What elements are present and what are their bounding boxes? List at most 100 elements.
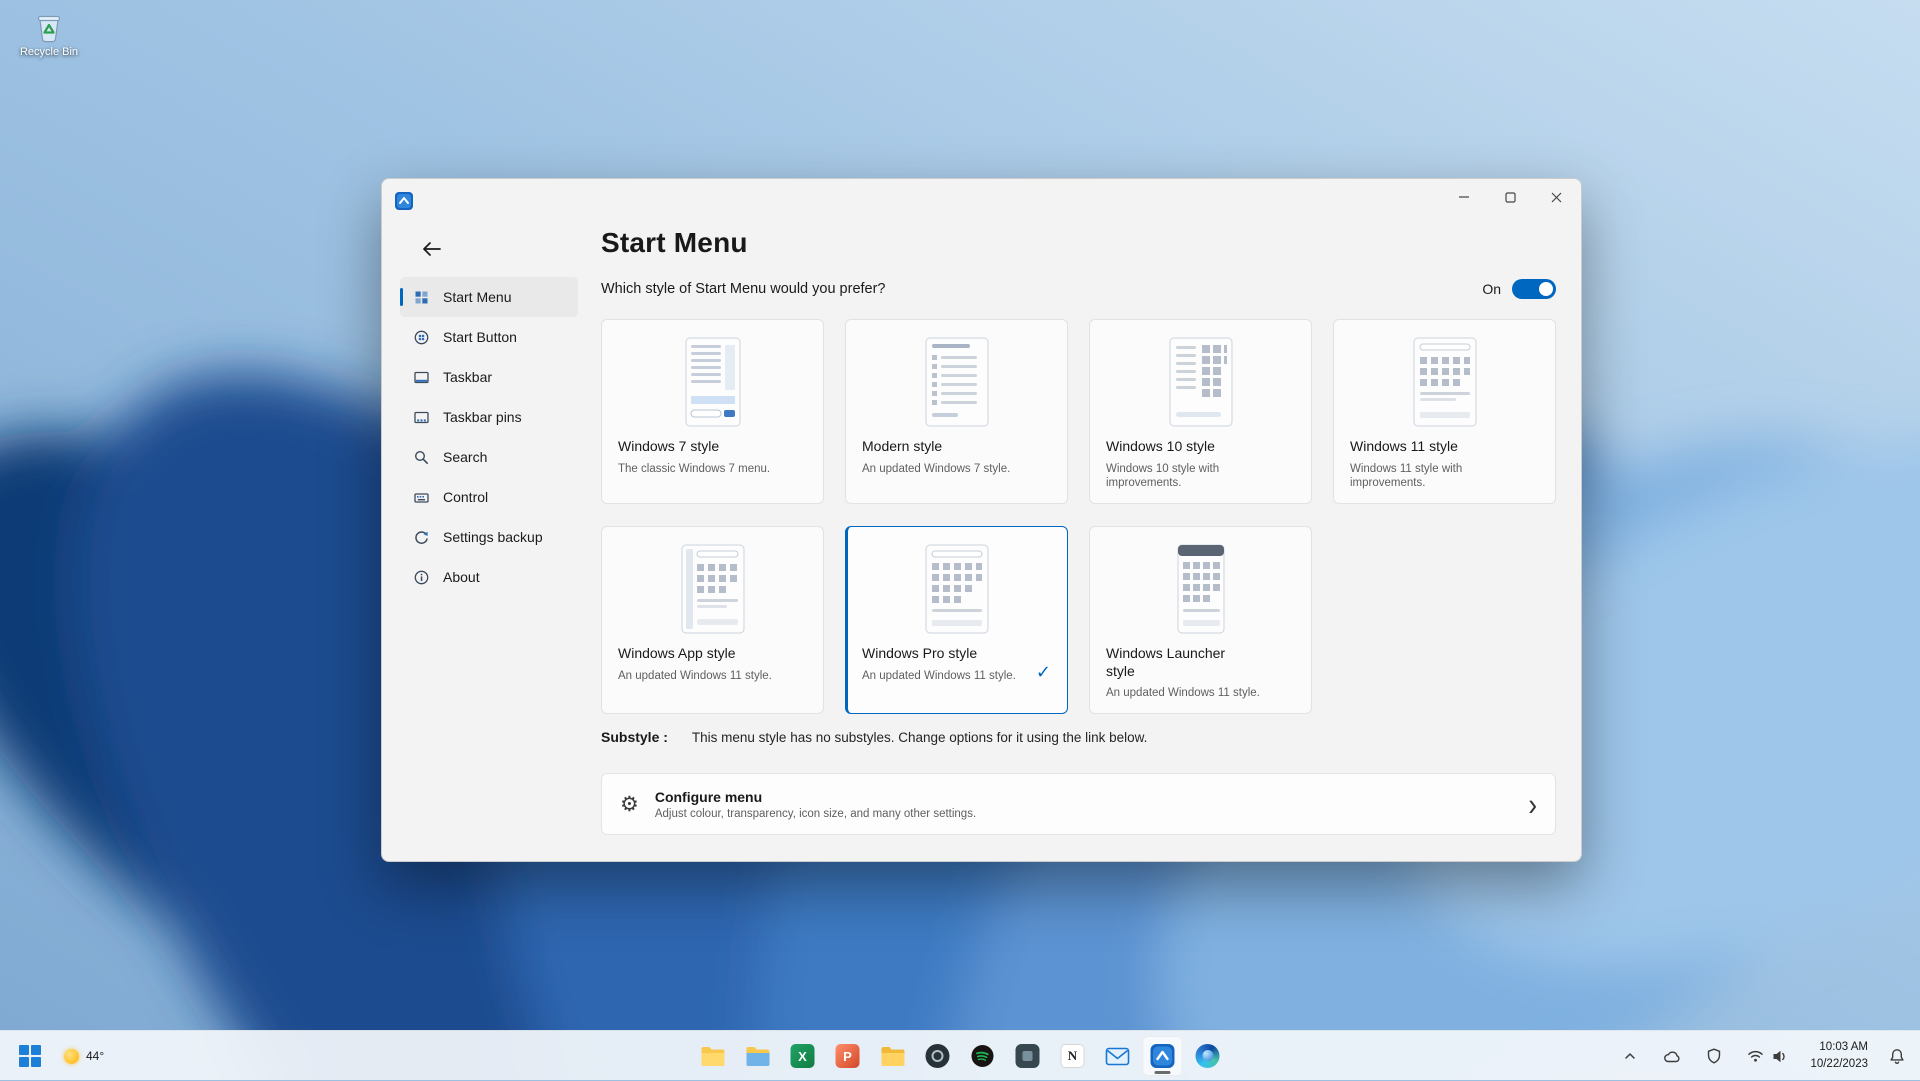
tray-date: 10/22/2023 (1810, 1056, 1868, 1073)
style-card-windows-10[interactable]: Windows 10 style Windows 10 style with i… (1089, 319, 1312, 504)
weather-temp: 44° (86, 1049, 104, 1063)
style-card-windows-launcher[interactable]: Windows Launcher style An updated Window… (1089, 526, 1312, 714)
sidebar-item-control[interactable]: Control (400, 477, 578, 517)
recycle-bin-shortcut[interactable]: Recycle Bin (10, 8, 88, 58)
tray-overflow-button[interactable] (1610, 1036, 1650, 1076)
start-menu-toggle[interactable]: On (1482, 279, 1556, 299)
configure-menu-title: Configure menu (655, 789, 976, 805)
dark-app-icon (1016, 1044, 1040, 1068)
selection-pill (400, 288, 403, 306)
style-card-modern[interactable]: Modern style An updated Windows 7 style. (845, 319, 1068, 504)
sidebar-item-taskbar-pins[interactable]: Taskbar pins (400, 397, 578, 437)
style-card-title: Windows 7 style (618, 438, 768, 456)
taskbar: 44° X P (0, 1030, 1920, 1080)
quick-settings-button[interactable] (1736, 1036, 1798, 1076)
selected-check-icon: ✓ (1036, 662, 1051, 683)
excel-icon: X (791, 1044, 815, 1068)
page-title: Start Menu (601, 227, 748, 259)
clock-button[interactable]: 10:03 AM 10/22/2023 (1800, 1036, 1878, 1076)
taskbar-app-excel[interactable]: X (783, 1036, 823, 1076)
style-card-title: Modern style (862, 438, 1012, 456)
volume-icon (1772, 1049, 1788, 1064)
sidebar-item-search[interactable]: Search (400, 437, 578, 477)
configure-menu-subtitle: Adjust colour, transparency, icon size, … (655, 808, 976, 820)
tray-security-button[interactable] (1694, 1036, 1734, 1076)
windows-logo-icon (19, 1045, 41, 1067)
sidebar-item-start-menu[interactable]: Start Menu (400, 277, 578, 317)
taskbar-app-start11[interactable] (1143, 1036, 1183, 1076)
toggle-knob (1539, 282, 1553, 296)
taskbar-app-media-player[interactable] (918, 1036, 958, 1076)
style-card-windows-11[interactable]: Windows 11 style Windows 11 style with i… (1333, 319, 1556, 504)
taskbar-app-spotify[interactable] (963, 1036, 1003, 1076)
style-card-desc: An updated Windows 11 style. (862, 669, 1032, 684)
taskbar-app-powerpoint[interactable]: P (828, 1036, 868, 1076)
media-player-icon (926, 1044, 950, 1068)
chevron-right-icon: › (1528, 788, 1537, 819)
folder-icon (880, 1046, 905, 1067)
weather-widget[interactable]: 44° (54, 1036, 114, 1076)
taskbar-icon (413, 369, 430, 386)
back-button[interactable] (416, 235, 448, 263)
style-card-title: Windows App style (618, 645, 768, 663)
blue-folder-icon (745, 1046, 770, 1067)
start11-window: Start Menu Start Button Taskbar (381, 178, 1582, 862)
sidebar-item-about[interactable]: About (400, 557, 578, 597)
taskbar-app-notion[interactable]: N (1053, 1036, 1093, 1076)
taskbar-app-folder[interactable] (873, 1036, 913, 1076)
style-card-desc: An updated Windows 7 style. (862, 462, 1032, 477)
taskbar-app-file-explorer[interactable] (693, 1036, 733, 1076)
style-card-title: Windows Launcher style (1106, 645, 1256, 680)
style-card-desc: Windows 11 style with improvements. (1350, 462, 1520, 492)
edge-icon (1196, 1044, 1220, 1068)
info-icon (413, 569, 430, 586)
recycle-bin-icon (31, 8, 67, 44)
style-card-desc: The classic Windows 7 menu. (618, 462, 788, 477)
taskbar-app-folder-library[interactable] (738, 1036, 778, 1076)
start-button[interactable] (10, 1036, 50, 1076)
gear-icon: ⚙ (620, 794, 639, 815)
style-card-windows-app[interactable]: Windows App style An updated Windows 11 … (601, 526, 824, 714)
taskbar-app-edge[interactable] (1188, 1036, 1228, 1076)
tray-time: 10:03 AM (1819, 1039, 1868, 1056)
recycle-bin-label: Recycle Bin (20, 46, 78, 58)
start-button-icon (413, 329, 430, 346)
style-preview (1350, 330, 1539, 434)
taskbar-app-mail[interactable] (1098, 1036, 1138, 1076)
toggle-state-label: On (1482, 281, 1501, 297)
toggle-switch[interactable] (1512, 279, 1556, 299)
sidebar-item-label: Settings backup (443, 529, 543, 545)
style-card-windows-pro[interactable]: Windows Pro style An updated Windows 11 … (845, 526, 1068, 714)
style-question-label: Which style of Start Menu would you pref… (601, 281, 886, 297)
style-card-windows-7[interactable]: Windows 7 style The classic Windows 7 me… (601, 319, 824, 504)
sidebar-item-label: Start Button (443, 329, 517, 345)
taskbar-pins-icon (413, 409, 430, 426)
sidebar-item-label: Search (443, 449, 487, 465)
start-menu-icon (413, 289, 430, 306)
sidebar-item-label: Taskbar (443, 369, 492, 385)
control-icon (413, 489, 430, 506)
taskbar-app-dark-app[interactable] (1008, 1036, 1048, 1076)
sidebar-item-start-button[interactable]: Start Button (400, 317, 578, 357)
notification-center-button[interactable] (1880, 1036, 1914, 1076)
style-preview (862, 330, 1051, 434)
mail-icon (1106, 1047, 1130, 1066)
style-preview (1106, 330, 1295, 434)
sidebar-item-label: Start Menu (443, 289, 511, 305)
sync-icon (413, 529, 430, 546)
shield-icon (1707, 1048, 1721, 1064)
sidebar-item-label: Control (443, 489, 488, 505)
style-card-title: Windows Pro style (862, 645, 1012, 663)
powerpoint-icon: P (836, 1044, 860, 1068)
sidebar-item-taskbar[interactable]: Taskbar (400, 357, 578, 397)
configure-menu-button[interactable]: ⚙ Configure menu Adjust colour, transpar… (601, 773, 1556, 835)
style-card-desc: An updated Windows 11 style. (1106, 686, 1276, 701)
start11-icon (1151, 1044, 1175, 1068)
sidebar-item-settings-backup[interactable]: Settings backup (400, 517, 578, 557)
style-card-grid: Windows 7 style The classic Windows 7 me… (601, 319, 1556, 714)
sidebar-item-label: About (443, 569, 480, 585)
substyle-label: Substyle : (601, 729, 668, 745)
tray-onedrive-button[interactable] (1652, 1036, 1692, 1076)
cloud-icon (1663, 1049, 1681, 1063)
bell-icon (1889, 1048, 1905, 1065)
